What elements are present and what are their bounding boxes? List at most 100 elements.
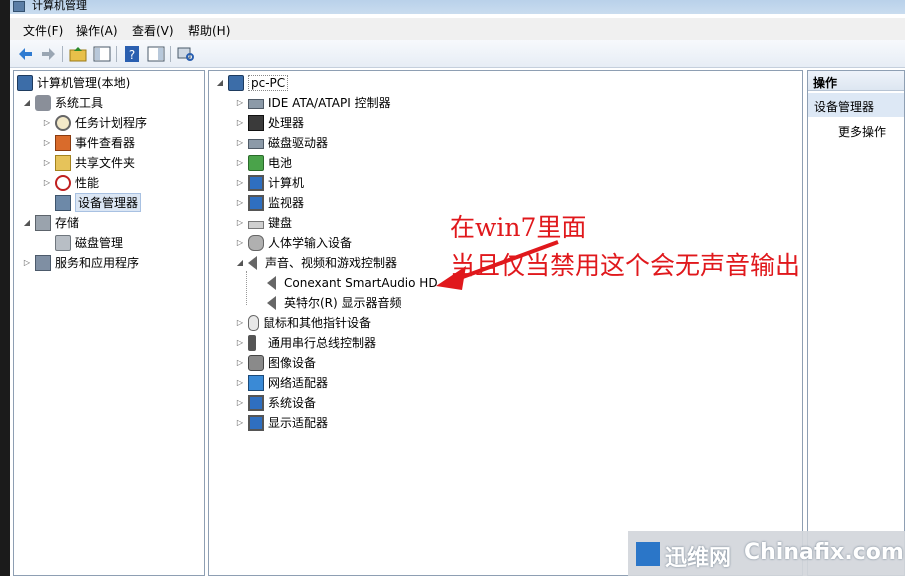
computer-management-icon	[17, 74, 33, 91]
up-folder-icon[interactable]	[68, 44, 88, 64]
computer-icon	[228, 74, 244, 91]
tree-item-disk-management[interactable]: 磁盘管理	[55, 233, 123, 252]
collapse-arrow-icon[interactable]: ◢	[22, 218, 32, 227]
expand-arrow-icon[interactable]: ▷	[22, 258, 32, 267]
disk-icon	[55, 234, 71, 251]
tree-item-performance[interactable]: ▷ 性能	[42, 173, 99, 192]
expand-arrow-icon[interactable]: ▷	[235, 158, 245, 167]
computer-icon	[248, 174, 264, 191]
forward-arrow-icon[interactable]	[38, 44, 58, 64]
watermark-site: Chinafix.com	[744, 540, 904, 565]
title-bar: 计算机管理	[10, 0, 905, 14]
scan-hardware-icon[interactable]	[176, 44, 196, 64]
device-category-network[interactable]: ▷ 网络适配器	[235, 373, 328, 392]
device-category-processor[interactable]: ▷ 处理器	[235, 113, 304, 132]
more-actions-link[interactable]: 更多操作	[838, 123, 886, 140]
help-icon[interactable]: ?	[122, 44, 142, 64]
show-hide-tree-icon[interactable]	[92, 44, 112, 64]
monitor-icon	[248, 194, 264, 211]
tree-item-device-manager[interactable]: 设备管理器	[55, 193, 142, 212]
device-manager-icon	[55, 194, 71, 211]
expand-arrow-icon[interactable]: ▷	[235, 358, 245, 367]
expand-arrow-icon[interactable]: ▷	[235, 378, 245, 387]
device-category-system[interactable]: ▷ 系统设备	[235, 393, 316, 412]
camera-icon	[248, 354, 264, 371]
expand-arrow-icon[interactable]: ▷	[42, 118, 52, 127]
menu-action[interactable]: 操作(A)	[76, 22, 118, 39]
ide-controller-icon	[248, 99, 264, 109]
device-category-imaging[interactable]: ▷ 图像设备	[235, 353, 316, 372]
expand-arrow-icon[interactable]: ▷	[42, 138, 52, 147]
device-manager-pane: ◢ pc-PC ▷ IDE ATA/ATAPI 控制器 ▷ 处理器 ▷ 磁盘驱动…	[208, 70, 803, 576]
display-adapter-icon	[248, 414, 264, 431]
system-device-icon	[248, 394, 264, 411]
tree-item-system-tools[interactable]: ◢ 系统工具	[22, 93, 103, 112]
shared-folder-icon	[55, 154, 71, 171]
svg-text:?: ?	[129, 48, 135, 62]
back-arrow-icon[interactable]	[16, 44, 36, 64]
tools-icon	[35, 94, 51, 111]
collapse-arrow-icon[interactable]: ◢	[22, 98, 32, 107]
actions-pane: 操作 设备管理器 更多操作	[807, 70, 905, 576]
show-action-pane-icon[interactable]	[146, 44, 166, 64]
expand-arrow-icon[interactable]: ▷	[235, 398, 245, 407]
tree-item-task-scheduler[interactable]: ▷ 任务计划程序	[42, 113, 147, 132]
collapse-arrow-icon[interactable]: ◢	[215, 78, 225, 87]
expand-arrow-icon[interactable]: ▷	[235, 178, 245, 187]
app-icon	[13, 1, 25, 12]
tree-root-computer-management[interactable]: 计算机管理(本地)	[17, 73, 130, 92]
performance-icon	[55, 174, 71, 191]
event-log-icon	[55, 134, 71, 151]
hid-icon	[248, 234, 264, 251]
actions-section-device-manager[interactable]: 设备管理器	[808, 93, 904, 117]
device-category-monitors[interactable]: ▷ 监视器	[235, 193, 304, 212]
expand-arrow-icon[interactable]: ▷	[235, 198, 245, 207]
services-icon	[35, 254, 51, 271]
device-root-node[interactable]: ◢ pc-PC	[215, 73, 289, 92]
device-category-display[interactable]: ▷ 显示适配器	[235, 413, 328, 432]
actions-header: 操作	[808, 71, 904, 91]
chinafix-logo-icon	[636, 542, 660, 566]
expand-arrow-icon[interactable]: ▷	[42, 178, 52, 187]
device-category-disk-drives[interactable]: ▷ 磁盘驱动器	[235, 133, 328, 152]
watermark: 迅维网 Chinafix.com	[628, 531, 905, 576]
collapse-arrow-icon[interactable]: ◢	[235, 258, 245, 267]
expand-arrow-icon[interactable]: ▷	[235, 98, 245, 107]
device-category-hid[interactable]: ▷ 人体学输入设备	[235, 233, 352, 252]
speaker-icon	[267, 295, 276, 310]
device-category-mice[interactable]: ▷ 鼠标和其他指针设备	[235, 313, 371, 332]
disk-drive-icon	[248, 139, 264, 149]
annotation-arrow	[436, 240, 559, 290]
device-category-sound[interactable]: ◢ 声音、视频和游戏控制器	[235, 253, 397, 272]
device-conexant-smartaudio[interactable]: Conexant SmartAudio HD	[267, 273, 438, 292]
tree-item-storage[interactable]: ◢ 存储	[22, 213, 79, 232]
menu-view[interactable]: 查看(V)	[132, 22, 174, 39]
device-category-ide[interactable]: ▷ IDE ATA/ATAPI 控制器	[235, 93, 391, 112]
expand-arrow-icon[interactable]: ▷	[235, 418, 245, 427]
expand-arrow-icon[interactable]: ▷	[235, 118, 245, 127]
tree-item-shared-folders[interactable]: ▷ 共享文件夹	[42, 153, 135, 172]
expand-arrow-icon[interactable]: ▷	[235, 138, 245, 147]
keyboard-icon	[248, 220, 264, 229]
device-category-usb[interactable]: ▷ 通用串行总线控制器	[235, 333, 376, 352]
device-category-computer[interactable]: ▷ 计算机	[235, 173, 304, 192]
tree-item-services-apps[interactable]: ▷ 服务和应用程序	[22, 253, 139, 272]
window-title: 计算机管理	[32, 0, 87, 12]
network-adapter-icon	[248, 374, 264, 391]
expand-arrow-icon[interactable]: ▷	[235, 218, 245, 227]
storage-icon	[35, 214, 51, 231]
watermark-brand: 迅维网	[665, 546, 732, 571]
device-intel-display-audio[interactable]: 英特尔(R) 显示器音频	[267, 293, 402, 312]
device-category-battery[interactable]: ▷ 电池	[235, 153, 292, 172]
device-category-keyboards[interactable]: ▷ 键盘	[235, 213, 292, 232]
toolbar: ?	[10, 40, 905, 68]
tree-item-event-viewer[interactable]: ▷ 事件查看器	[42, 133, 135, 152]
expand-arrow-icon[interactable]: ▷	[235, 238, 245, 247]
menu-file[interactable]: 文件(F)	[23, 22, 63, 39]
expand-arrow-icon[interactable]: ▷	[42, 158, 52, 167]
expand-arrow-icon[interactable]: ▷	[235, 318, 245, 327]
mouse-icon	[248, 314, 259, 331]
menu-help[interactable]: 帮助(H)	[188, 22, 230, 39]
menu-bar: 文件(F) 操作(A) 查看(V) 帮助(H)	[10, 18, 905, 40]
expand-arrow-icon[interactable]: ▷	[235, 338, 245, 347]
